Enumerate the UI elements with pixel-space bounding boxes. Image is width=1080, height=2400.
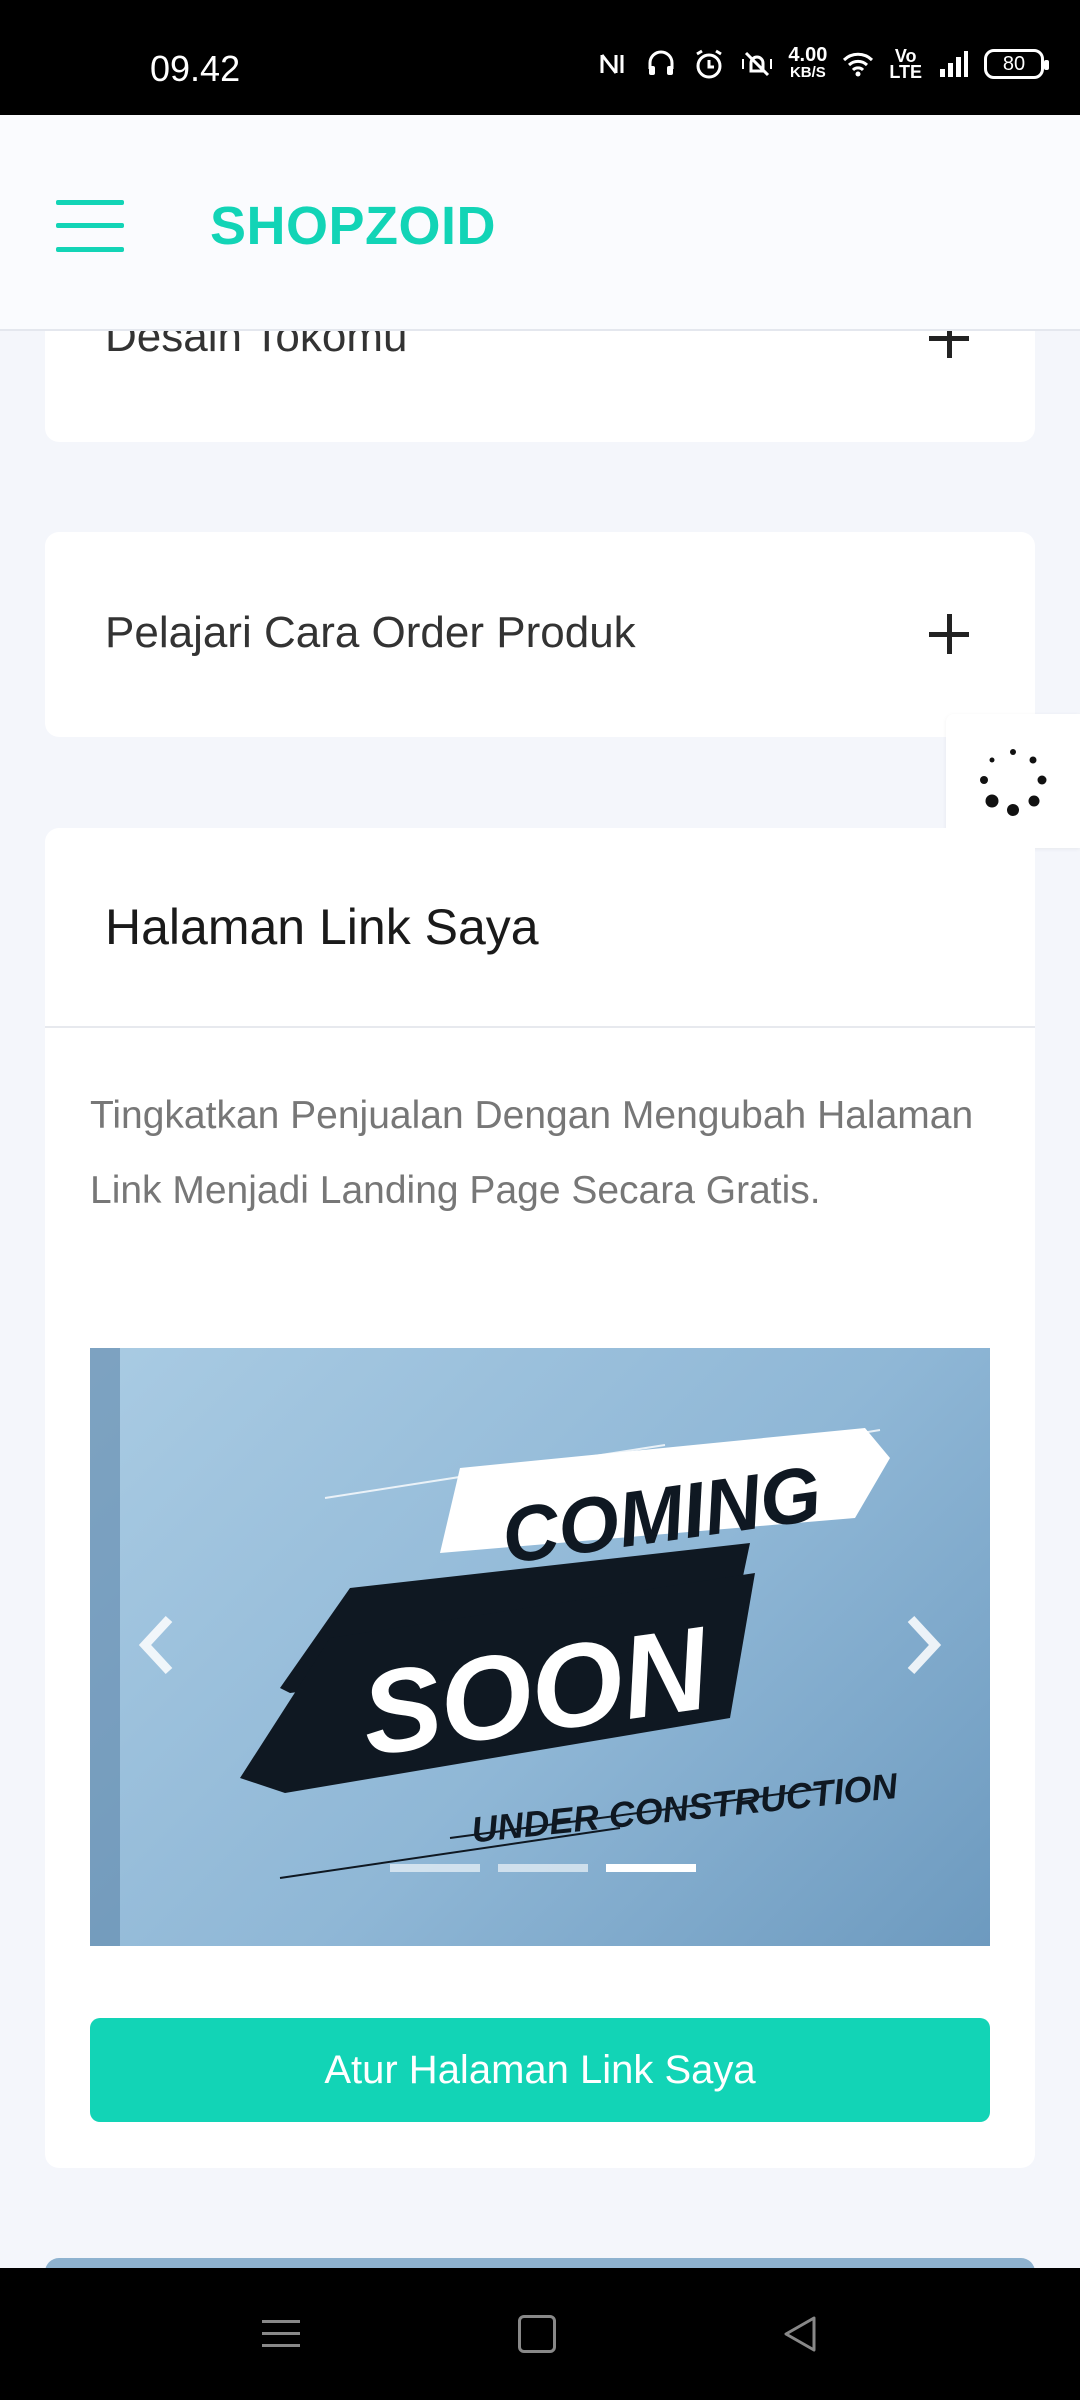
- system-nav-bar: [0, 2268, 1080, 2400]
- link-page-card: Halaman Link Saya Tingkatkan Penjualan D…: [45, 828, 1035, 2168]
- carousel-next-chevron-icon[interactable]: [901, 1613, 945, 1677]
- signal-icon: [940, 51, 968, 77]
- speed-value: 4.00: [788, 44, 828, 66]
- status-bar: 09.42 4.00 KB/S Vo LTE 80: [0, 0, 1080, 115]
- alarm-icon: [696, 49, 723, 79]
- carousel-indicator-active[interactable]: [606, 1864, 696, 1872]
- card-title: Halaman Link Saya: [105, 899, 539, 955]
- volte-bottom: LTE: [889, 62, 922, 82]
- carousel-indicators: [390, 1864, 696, 1872]
- home-icon[interactable]: [518, 2315, 556, 2353]
- carousel-indicator[interactable]: [390, 1864, 480, 1872]
- app-header: SHOPZOID: [0, 115, 1080, 331]
- divider: [45, 1026, 1035, 1028]
- volte-icon: Vo LTE: [889, 47, 922, 82]
- nfc-icon: [600, 54, 624, 74]
- card-description: Tingkatkan Penjualan Dengan Mengubah Hal…: [90, 1094, 974, 1212]
- carousel-prev-chevron-icon[interactable]: [135, 1613, 179, 1677]
- image-carousel[interactable]: COMING SOON UNDER CONSTRUCTION: [90, 1348, 990, 1946]
- hamburger-menu-icon[interactable]: [56, 200, 124, 252]
- vibrate-icon: [742, 51, 773, 77]
- headset-icon: [648, 50, 674, 75]
- wifi-icon: [843, 52, 874, 77]
- speed-unit: KB/S: [789, 64, 826, 81]
- expand-plus-icon[interactable]: [929, 614, 969, 654]
- carousel-indicator[interactable]: [498, 1864, 588, 1872]
- status-icons: 4.00 KB/S Vo LTE 80: [596, 44, 1049, 82]
- status-time: 09.42: [150, 48, 241, 89]
- manage-link-page-button[interactable]: Atur Halaman Link Saya: [90, 2018, 990, 2122]
- recent-apps-icon[interactable]: [262, 2312, 306, 2356]
- battery-icon: 80: [984, 49, 1049, 79]
- loading-spinner-icon: [980, 749, 1047, 816]
- back-icon[interactable]: [778, 2312, 822, 2356]
- accordion-title: Pelajari Cara Order Produk: [105, 608, 636, 657]
- network-speed: 4.00 KB/S: [788, 44, 828, 82]
- brand-logo[interactable]: SHOPZOID: [210, 195, 496, 257]
- accordion-cara-order[interactable]: Pelajari Cara Order Produk: [45, 532, 1035, 737]
- coming-soon-banner: COMING SOON UNDER CONSTRUCTION: [240, 1428, 900, 1879]
